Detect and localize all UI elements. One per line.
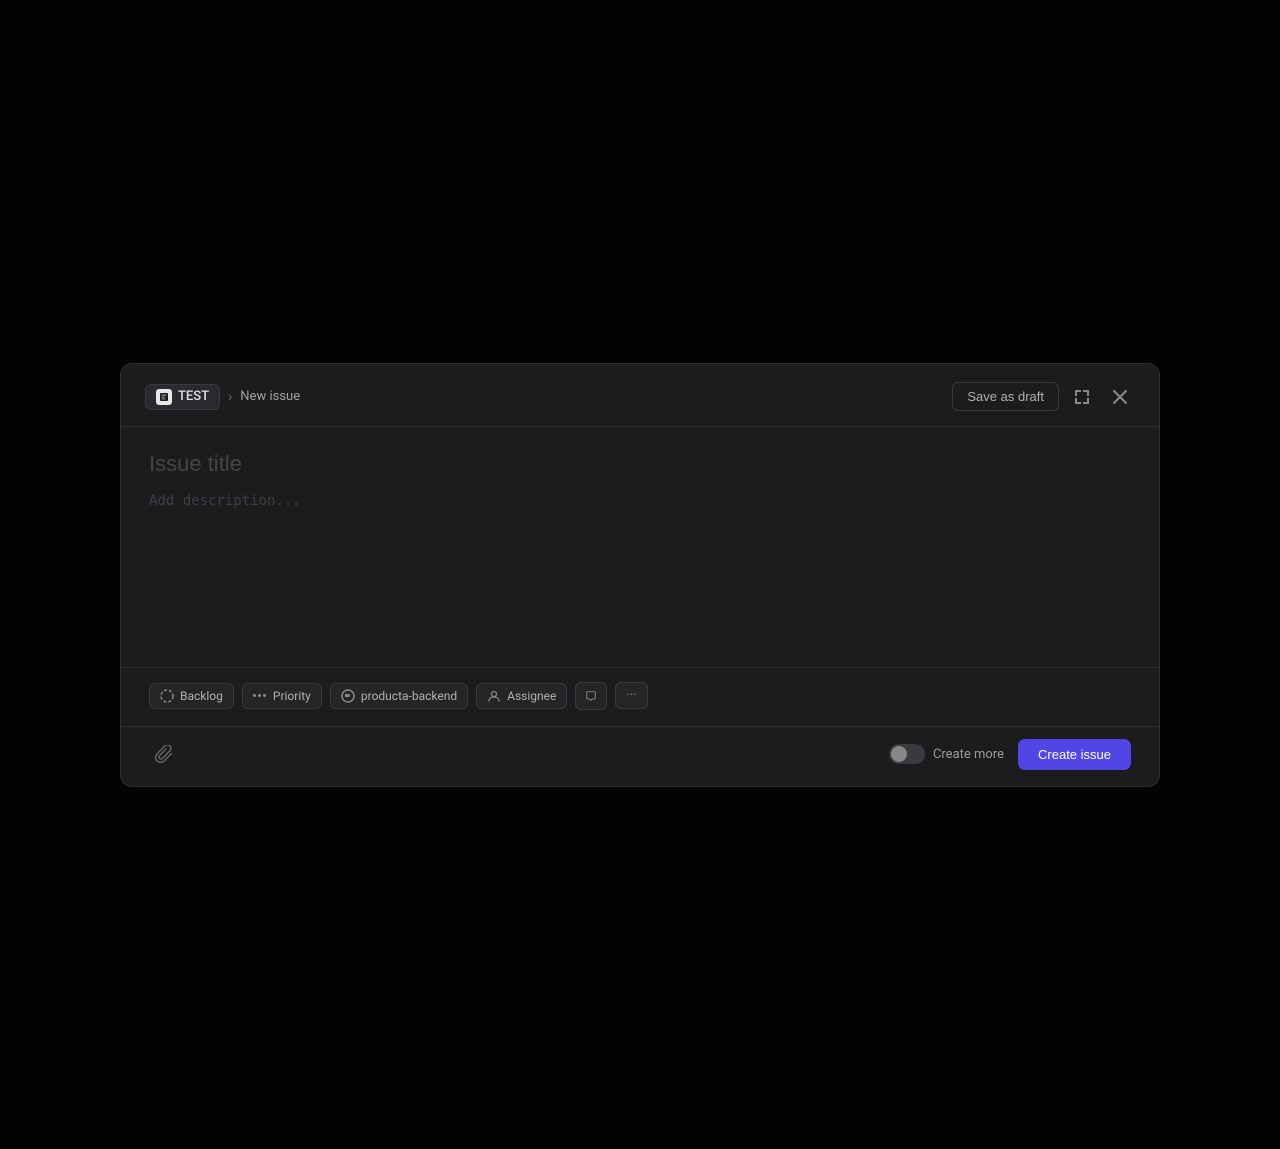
issue-title-input[interactable] bbox=[149, 451, 1131, 477]
close-button[interactable] bbox=[1105, 382, 1135, 412]
project-chip-label: producta-backend bbox=[361, 689, 457, 703]
status-chip[interactable]: Backlog bbox=[149, 683, 234, 709]
breadcrumb-separator: › bbox=[228, 389, 232, 405]
assignee-label: Assignee bbox=[507, 689, 556, 703]
producta-icon bbox=[341, 689, 355, 703]
new-issue-modal: TEST › New issue Save as draft bbox=[120, 363, 1160, 787]
label-chip[interactable] bbox=[575, 682, 607, 710]
modal-overlay: TEST › New issue Save as draft bbox=[0, 0, 1280, 1149]
status-label: Backlog bbox=[180, 689, 223, 703]
issue-description-input[interactable] bbox=[149, 493, 1131, 573]
modal-footer: Create more Create issue bbox=[121, 726, 1159, 786]
project-icon bbox=[156, 389, 172, 405]
more-chip[interactable]: ··· bbox=[615, 682, 647, 709]
modal-toolbar: Backlog Priority produc bbox=[121, 667, 1159, 726]
expand-icon bbox=[1074, 389, 1090, 405]
modal-header: TEST › New issue Save as draft bbox=[121, 364, 1159, 427]
label-icon bbox=[586, 689, 596, 703]
paperclip-icon bbox=[155, 745, 173, 763]
footer-right: Create more Create issue bbox=[889, 739, 1131, 770]
backlog-status-icon bbox=[160, 689, 174, 703]
more-icon: ··· bbox=[626, 688, 636, 703]
breadcrumb-project-button[interactable]: TEST bbox=[145, 384, 220, 410]
close-icon bbox=[1113, 390, 1127, 404]
expand-button[interactable] bbox=[1067, 382, 1097, 412]
project-label: TEST bbox=[178, 389, 209, 404]
create-issue-button[interactable]: Create issue bbox=[1018, 739, 1131, 770]
breadcrumb: TEST › New issue bbox=[145, 384, 300, 410]
create-more-toggle-wrapper: Create more bbox=[889, 744, 1004, 764]
assignee-chip[interactable]: Assignee bbox=[476, 683, 567, 709]
create-more-label: Create more bbox=[933, 747, 1004, 762]
attach-button[interactable] bbox=[149, 739, 179, 769]
create-more-toggle[interactable] bbox=[889, 744, 925, 764]
project-chip[interactable]: producta-backend bbox=[330, 683, 468, 709]
priority-icon bbox=[253, 689, 267, 703]
save-draft-button[interactable]: Save as draft bbox=[952, 382, 1059, 411]
priority-label: Priority bbox=[273, 689, 311, 703]
modal-body bbox=[121, 427, 1159, 667]
priority-chip[interactable]: Priority bbox=[242, 683, 322, 709]
assignee-icon bbox=[487, 689, 501, 703]
header-actions: Save as draft bbox=[952, 382, 1135, 412]
breadcrumb-current: New issue bbox=[240, 389, 300, 404]
